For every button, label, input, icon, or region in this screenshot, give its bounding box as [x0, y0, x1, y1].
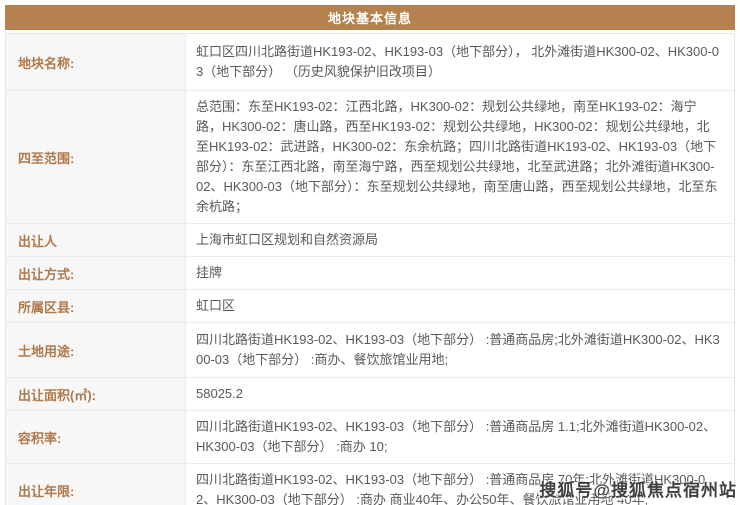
row-value-text: 总范围：东至HK193-02：江西北路，HK300-02：规划公共绿地，南至HK…	[196, 97, 720, 217]
table-row: 所属区县: 虹口区	[6, 290, 734, 323]
row-value-boundary-range: 总范围：东至HK193-02：江西北路，HK300-02：规划公共绿地，南至HK…	[186, 91, 734, 223]
row-value-text: 虹口区	[196, 296, 235, 316]
row-value-text: 58025.2	[196, 384, 243, 404]
row-value-plot-ratio: 四川北路街道HK193-02、HK193-03（地下部分） :普通商品房 1.1…	[186, 411, 734, 463]
row-value-text: 上海市虹口区规划和自然资源局	[196, 230, 378, 250]
sohu-watermark: 搜狐号@搜狐焦点宿州站	[539, 476, 737, 501]
row-label-parcel-name: 地块名称:	[6, 34, 186, 90]
table-body: 地块名称: 虹口区四川北路街道HK193-02、HK193-03（地下部分）， …	[5, 33, 735, 505]
row-value-parcel-name: 虹口区四川北路街道HK193-02、HK193-03（地下部分）， 北外滩街道H…	[186, 34, 734, 90]
row-label-boundary-range: 四至范围:	[6, 91, 186, 223]
row-label-transferor: 出让人	[6, 224, 186, 256]
table-row: 土地用途: 四川北路街道HK193-02、HK193-03（地下部分） :普通商…	[6, 323, 734, 378]
row-value-text: 四川北路街道HK193-02、HK193-03（地下部分） :普通商品房 1.1…	[196, 417, 720, 457]
parcel-info-table: 地块基本信息 地块名称: 虹口区四川北路街道HK193-02、HK193-03（…	[5, 5, 735, 505]
row-label-district: 所属区县:	[6, 290, 186, 322]
table-title-bar: 地块基本信息	[5, 5, 735, 30]
table-row: 出让面积(㎡): 58025.2	[6, 378, 734, 411]
table-title: 地块基本信息	[328, 8, 412, 27]
table-row: 地块名称: 虹口区四川北路街道HK193-02、HK193-03（地下部分）， …	[6, 34, 734, 91]
table-row: 容积率: 四川北路街道HK193-02、HK193-03（地下部分） :普通商品…	[6, 411, 734, 464]
row-value-transfer-method: 挂牌	[186, 257, 734, 289]
table-row: 四至范围: 总范围：东至HK193-02：江西北路，HK300-02：规划公共绿…	[6, 91, 734, 224]
table-row: 出让方式: 挂牌	[6, 257, 734, 290]
row-value-text: 虹口区四川北路街道HK193-02、HK193-03（地下部分）， 北外滩街道H…	[196, 42, 720, 82]
row-value-transferor: 上海市虹口区规划和自然资源局	[186, 224, 734, 256]
row-value-land-use: 四川北路街道HK193-02、HK193-03（地下部分） :普通商品房;北外滩…	[186, 323, 734, 377]
row-label-transfer-term: 出让年限:	[6, 464, 186, 505]
row-value-transfer-area: 58025.2	[186, 378, 734, 410]
table-row: 出让人 上海市虹口区规划和自然资源局	[6, 224, 734, 257]
row-value-text: 四川北路街道HK193-02、HK193-03（地下部分） :普通商品房;北外滩…	[196, 330, 720, 370]
row-label-transfer-method: 出让方式:	[6, 257, 186, 289]
row-label-land-use: 土地用途:	[6, 323, 186, 377]
row-value-text: 挂牌	[196, 263, 222, 283]
row-label-transfer-area: 出让面积(㎡):	[6, 378, 186, 410]
parcel-info-page: 地块基本信息 地块名称: 虹口区四川北路街道HK193-02、HK193-03（…	[0, 0, 740, 505]
row-label-plot-ratio: 容积率:	[6, 411, 186, 463]
row-value-district: 虹口区	[186, 290, 734, 322]
